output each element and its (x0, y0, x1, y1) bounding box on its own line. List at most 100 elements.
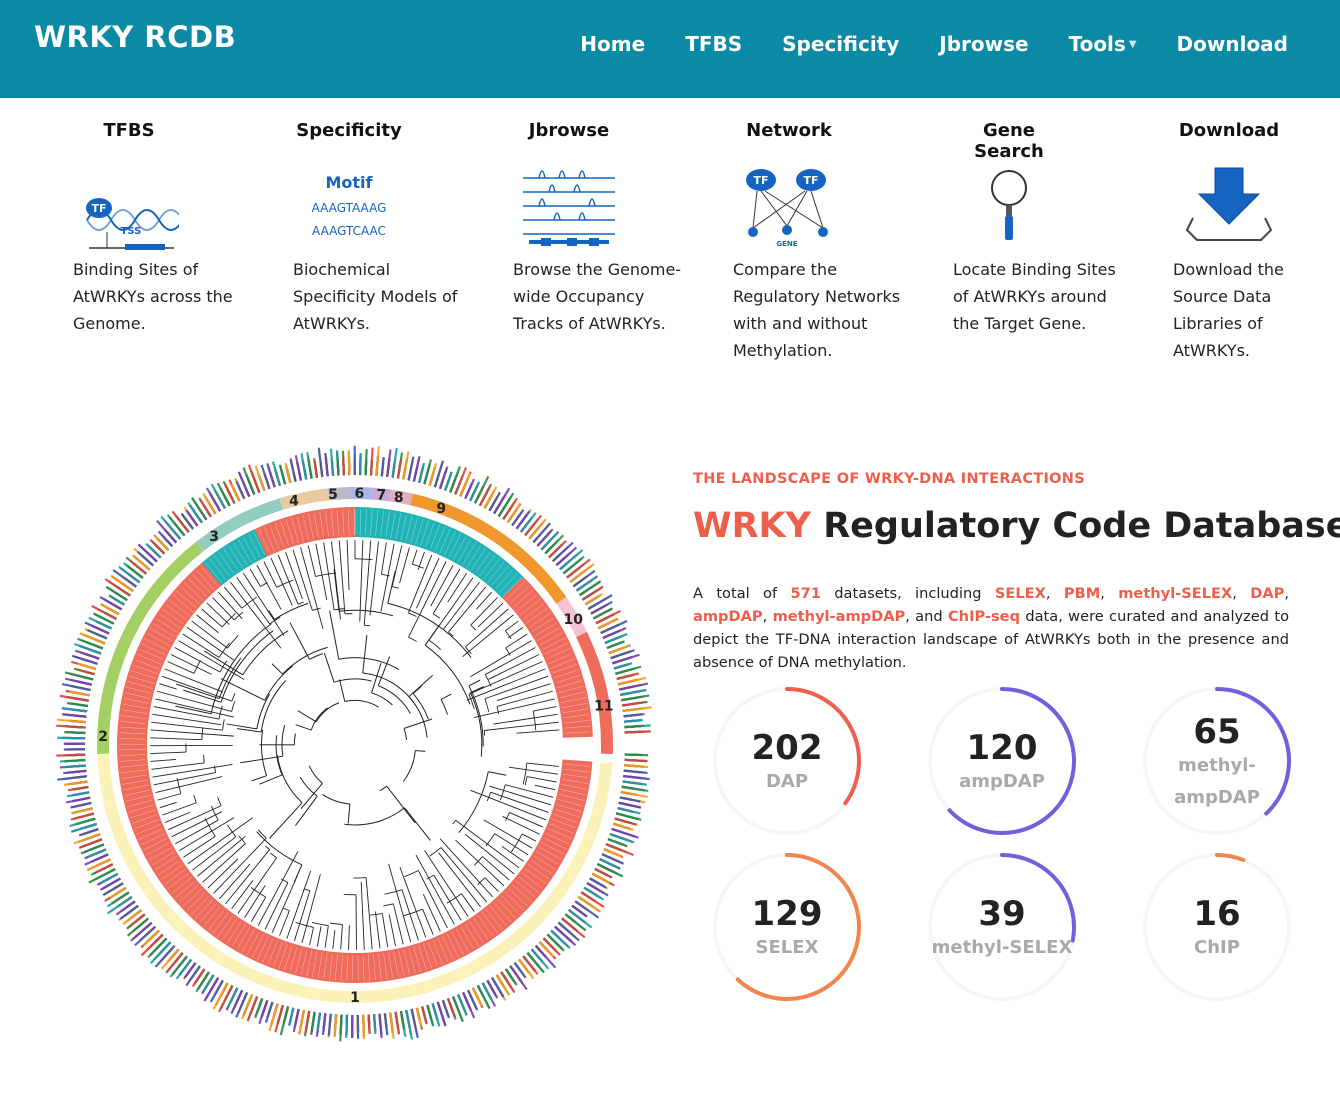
phylogeny-circular-figure: 1 2 3 4 5 6 7 8 9 10 11 (56, 445, 652, 1042)
feature-desc: Binding Sites of AtWRKYs across the Geno… (73, 260, 233, 333)
circle-data-bar (399, 1010, 406, 1030)
tree-branch (462, 614, 514, 658)
tree-branch (384, 889, 403, 895)
circle-data-bar (70, 812, 95, 821)
tree-branch (316, 926, 322, 947)
tree-branch (383, 903, 394, 907)
tree-branch (206, 602, 230, 625)
tree-branch (275, 735, 283, 776)
circle-data-bar (300, 453, 308, 480)
circle-data-bar (491, 977, 505, 998)
tree-branch (408, 696, 428, 738)
circle-data-bar (621, 694, 650, 702)
feature-network[interactable]: Network TF TF GENE Compare the Regulator… (733, 120, 953, 360)
tree-branch (213, 837, 267, 894)
circle-data-bar (476, 984, 491, 1009)
tree-branch (344, 807, 405, 826)
circle-data-bar (288, 1007, 295, 1026)
circle-data-bar (383, 1013, 389, 1036)
tree-branch (378, 685, 411, 714)
nav-home[interactable]: Home (580, 32, 645, 56)
feature-tfbs[interactable]: TFBS TF TSS Binding Sites of AtWRKYs acr… (73, 120, 293, 333)
circle-data-bar (59, 694, 89, 702)
tree-branch (315, 572, 337, 577)
nav-jbrowse[interactable]: Jbrowse (939, 32, 1028, 56)
circle-data-bar (64, 730, 86, 735)
tree-branch (270, 852, 277, 859)
circle-data-bar (235, 992, 249, 1018)
tree-branch (388, 914, 396, 947)
circle-data-bar (205, 487, 222, 512)
circle-data-bar (600, 620, 628, 635)
tfbs-icon: TF TSS (86, 198, 179, 250)
circle-data-bar (336, 457, 340, 476)
circle-data-bar (168, 516, 186, 537)
tree-branch (308, 765, 323, 784)
tree-branch (428, 639, 442, 650)
circle-data-bar (68, 690, 90, 697)
nav-tools[interactable]: Tools ▼ (1069, 32, 1137, 56)
tree-branch (322, 793, 350, 805)
circle-data-bar (102, 882, 124, 897)
circle-data-bar (613, 662, 633, 670)
tree-branch (203, 754, 205, 764)
circle-data-bar (267, 466, 276, 488)
tree-branch (222, 719, 225, 731)
tree-branch (218, 657, 242, 699)
circle-data-bar (577, 895, 601, 913)
tree-branch (440, 699, 449, 715)
circle-data-bar (91, 604, 117, 620)
tree-branch (150, 751, 187, 755)
tree-branch (183, 836, 216, 858)
circle-data-bar (212, 982, 229, 1010)
circle-data-bar (375, 446, 380, 476)
tree-branch (412, 685, 422, 694)
tree-branch (295, 724, 312, 731)
nav-tfbs[interactable]: TFBS (685, 32, 742, 56)
circle-data-bar (618, 801, 642, 809)
tree-branch (360, 882, 365, 950)
feature-gene-search[interactable]: Gene Search Locate Binding Sites of AtWR… (953, 120, 1173, 333)
tree-branch (293, 864, 303, 884)
tree-branch (422, 894, 441, 932)
tree-branch (424, 850, 469, 917)
tree-branch (359, 540, 364, 622)
circle-data-bar (412, 458, 420, 482)
tree-branch (219, 863, 251, 900)
circle-data-bar (136, 550, 154, 567)
nav-tools-label: Tools (1068, 32, 1126, 56)
feature-title: Download (1178, 120, 1280, 141)
tree-branch (332, 930, 336, 949)
circle-data-bar (185, 965, 201, 987)
tree-branch (300, 783, 323, 810)
svg-text:AAAGTAAAG: AAAGTAAAG (312, 201, 387, 215)
nav-specificity[interactable]: Specificity (782, 32, 899, 56)
tree-branch (150, 737, 202, 741)
feature-desc: Locate Binding Sites of AtWRKYs around t… (953, 260, 1116, 333)
tree-branch (482, 856, 510, 881)
circle-data-bar (502, 497, 518, 520)
feature-specificity[interactable]: Specificity Motif AAAGTAAAG AAAGTCAAC Bi… (293, 120, 513, 333)
circle-data-bar (327, 1013, 332, 1036)
circle-data-bar (581, 585, 604, 601)
circle-data-bar (149, 538, 166, 555)
tree-branch (526, 762, 559, 767)
circle-data-bar (209, 979, 224, 1003)
brand-logo[interactable]: WRKY RCDB (34, 20, 236, 54)
tree-branch (237, 857, 278, 914)
circle-data-bar (623, 769, 648, 775)
tree-branch (226, 723, 257, 730)
section-eyebrow: THE LANDSCAPE OF WRKY-DNA INTERACTIONS (693, 471, 1085, 487)
circle-data-bar (542, 937, 561, 956)
circle-data-bar (367, 1014, 371, 1034)
tree-branch (484, 877, 499, 892)
feature-jbrowse[interactable]: Jbrowse Browse the Genome-wide Occupancy… (513, 120, 733, 333)
feature-download[interactable]: Download Download the Source Data Librar… (1173, 120, 1340, 360)
circle-data-bar (316, 1012, 322, 1032)
page-title: WRKY Regulatory Code Database (693, 506, 1340, 546)
tree-branch (231, 880, 254, 909)
nav-download[interactable]: Download (1177, 32, 1288, 56)
tree-branch (526, 776, 557, 783)
circle-data-bar (524, 514, 543, 537)
circle-data-bar (203, 977, 220, 1002)
